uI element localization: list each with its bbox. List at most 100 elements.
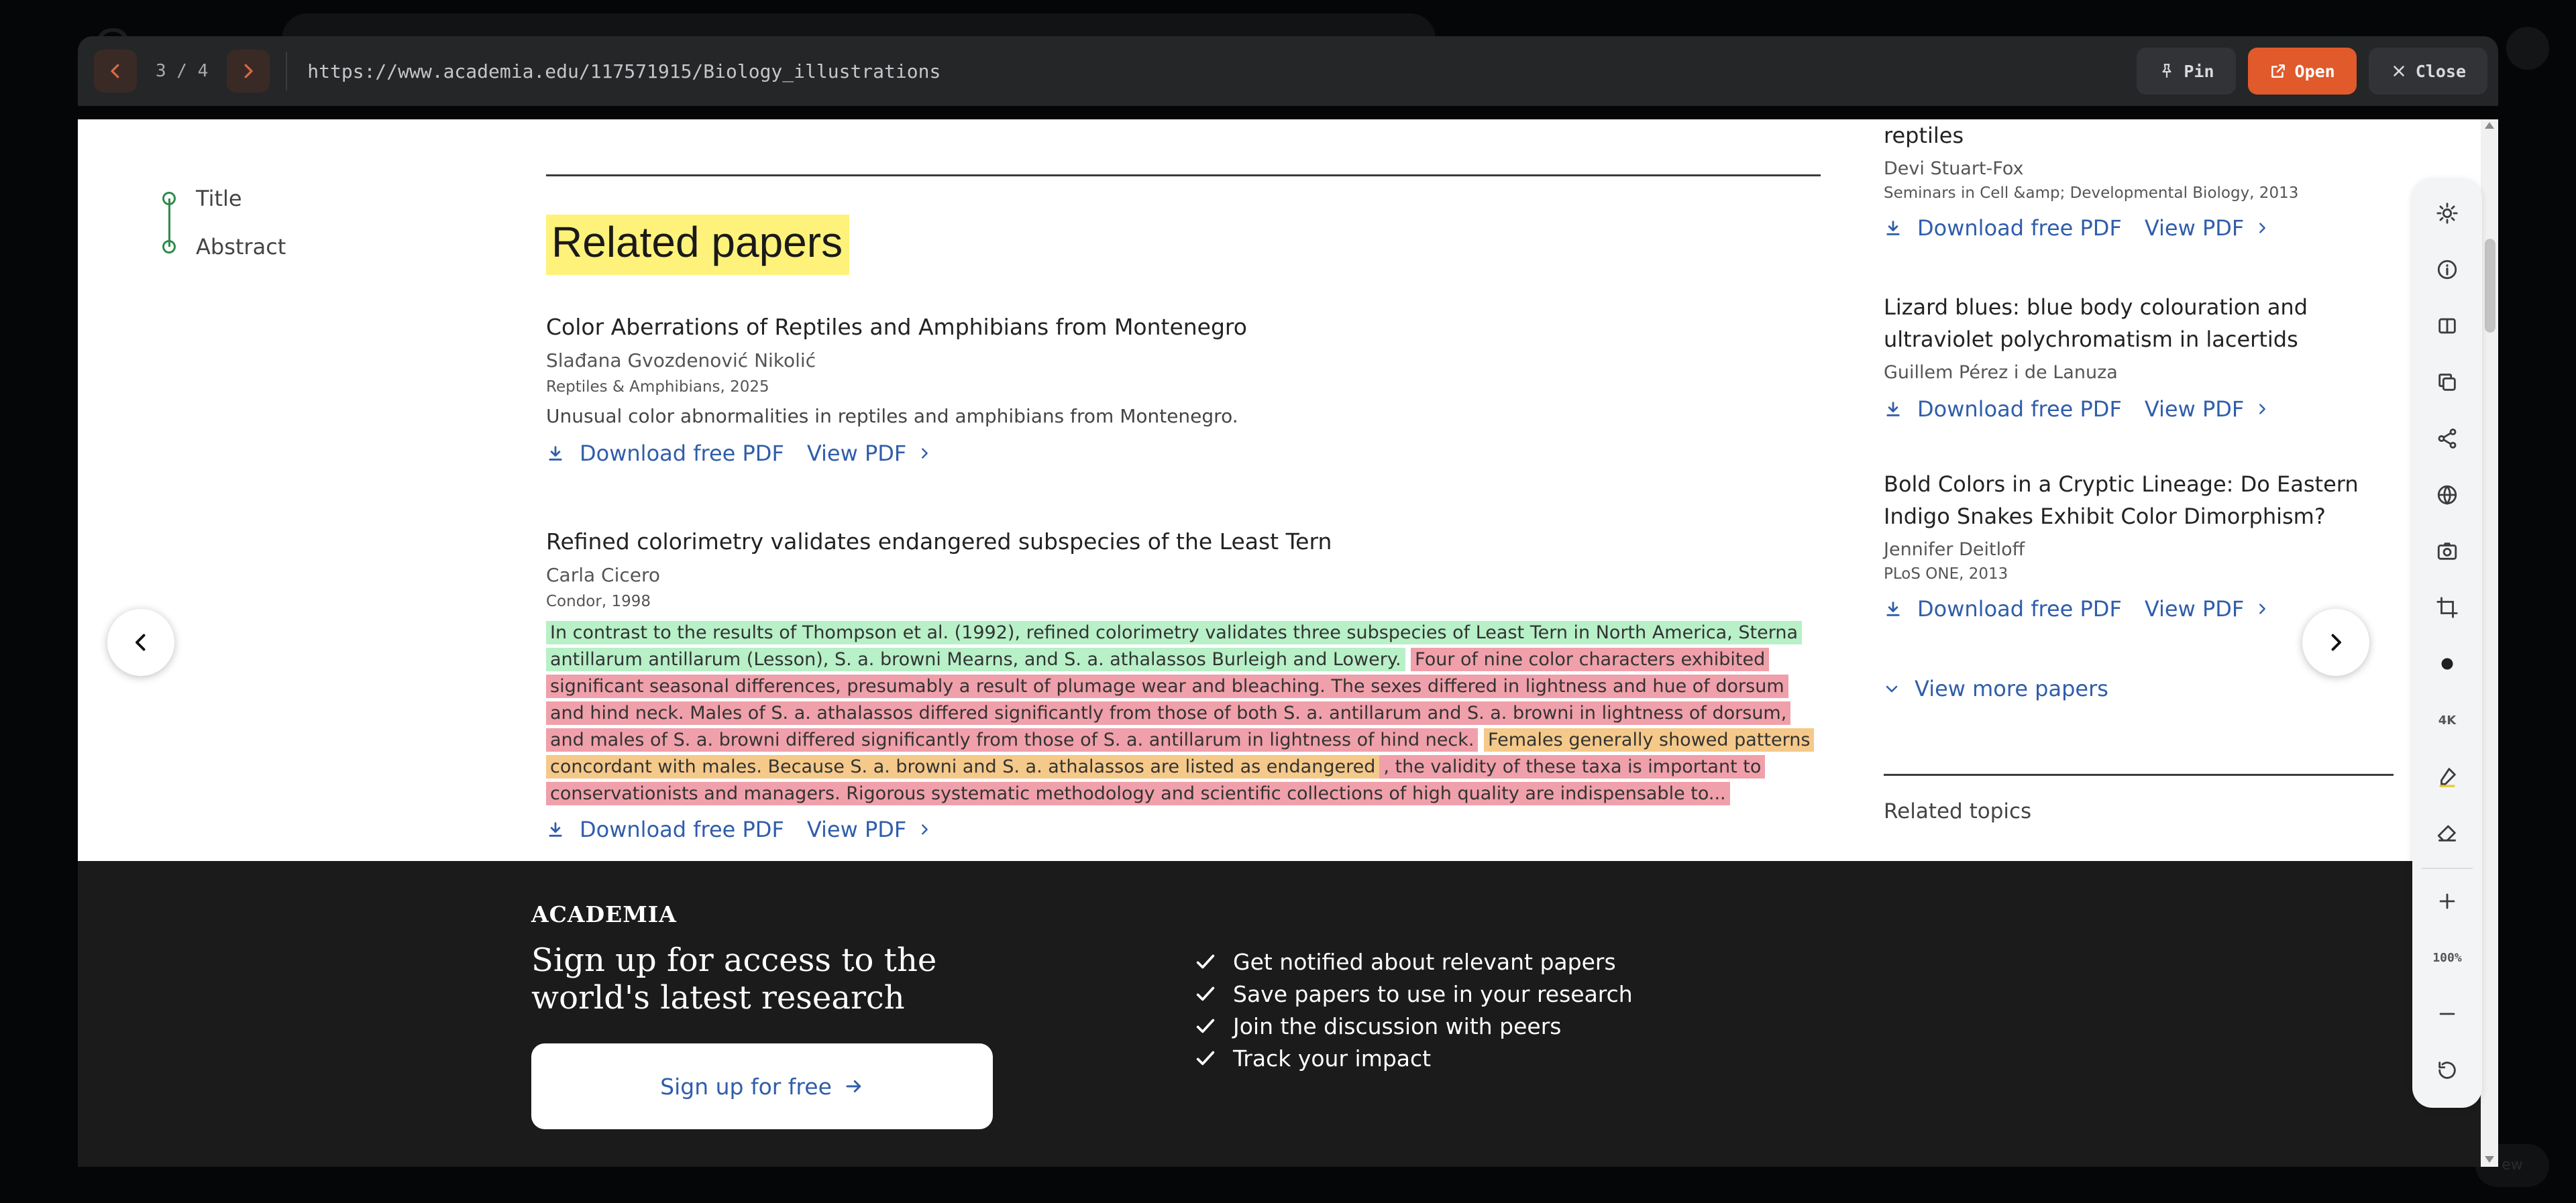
download-pdf-link[interactable]: Download free PDF: [1917, 215, 2122, 241]
copy-button[interactable]: [2422, 357, 2473, 408]
chevron-right-icon: [2259, 223, 2266, 233]
next-button[interactable]: [227, 50, 270, 93]
view-pdf-link[interactable]: View PDF: [807, 817, 906, 842]
paper-links: Download free PDF View PDF: [546, 817, 1821, 842]
crop-icon: [2436, 597, 2458, 618]
download-pdf-link[interactable]: Download free PDF: [1917, 396, 2122, 422]
paper-links: Download free PDF View PDF: [546, 441, 1821, 466]
share-button[interactable]: [2422, 413, 2473, 464]
page-counter: 3 / 4: [156, 61, 209, 81]
download-pdf-link[interactable]: Download free PDF: [580, 441, 784, 466]
paper-title[interactable]: Refined colorimetry validates endangered…: [546, 528, 1821, 555]
pin-icon: [2162, 64, 2171, 78]
related-topics-heading: Related topics: [1884, 799, 2032, 823]
paper-title[interactable]: Lizard blues: blue body colouration and …: [1884, 291, 2394, 355]
theme-button[interactable]: [2422, 188, 2473, 239]
highlighter-button[interactable]: [2422, 751, 2473, 802]
zoom-out-button[interactable]: [2422, 988, 2473, 1039]
paper-author[interactable]: Devi Stuart-Fox: [1884, 158, 2394, 179]
zoom-in-button[interactable]: [2422, 876, 2473, 927]
paper-author[interactable]: Guillem Pérez i de Lanuza: [1884, 362, 2394, 383]
check-icon: [1196, 954, 1215, 969]
download-icon: [549, 822, 562, 837]
benefit-label: Get notified about relevant papers: [1233, 948, 1616, 975]
related-paper: Color Aberrations of Reptiles and Amphib…: [546, 314, 1821, 466]
split-view-button[interactable]: [2422, 300, 2473, 351]
check-icon: [1196, 986, 1215, 1001]
url-display[interactable]: https://www.academia.edu/117571915/Biolo…: [307, 60, 2125, 82]
preview-topbar: 3 / 4 https://www.academia.edu/117571915…: [78, 36, 2498, 106]
view-more-papers-button[interactable]: View more papers: [1884, 676, 2108, 701]
benefit-item: Join the discussion with peers: [1194, 1010, 1633, 1042]
toc-item-label: Title: [196, 186, 242, 211]
right-paper: Bold Colors in a Cryptic Lineage: Do Eas…: [1884, 468, 2394, 622]
quality-4k-button[interactable]: 4K: [2422, 695, 2473, 746]
academia-logo: ACADEMIA: [531, 901, 677, 927]
globe-icon: [2437, 485, 2457, 506]
reset-zoom-button[interactable]: [2422, 1045, 2473, 1096]
benefit-item: Track your impact: [1194, 1042, 1633, 1074]
chevron-right-icon: [2259, 404, 2266, 414]
info-icon: [2437, 260, 2457, 280]
check-icon: [1196, 1051, 1215, 1066]
record-button[interactable]: [2422, 638, 2473, 689]
zoom-label: 100%: [2432, 950, 2462, 965]
paper-author[interactable]: Slađana Gvozdenović Nikolić: [546, 349, 1821, 371]
columns-icon: [2438, 318, 2456, 334]
crop-button[interactable]: [2422, 582, 2473, 633]
toc-item-label: Abstract: [196, 234, 286, 260]
section-divider: [546, 174, 1821, 176]
benefit-item: Save papers to use in your research: [1194, 978, 1633, 1010]
signup-label: Sign up for free: [660, 1073, 832, 1100]
paper-links: Download free PDF View PDF: [1884, 215, 2394, 241]
previous-button[interactable]: [94, 50, 137, 93]
close-button[interactable]: Close: [2368, 48, 2487, 95]
share-icon: [2438, 428, 2457, 449]
paper-author[interactable]: Carla Cicero: [546, 564, 1821, 586]
scroll-up-icon[interactable]: [2485, 122, 2494, 129]
zoom-level: 100%: [2422, 932, 2473, 983]
close-icon: [2393, 66, 2404, 76]
benefit-label: Save papers to use in your research: [1233, 980, 1633, 1007]
paper-title[interactable]: Color Aberrations of Reptiles and Amphib…: [546, 314, 1821, 340]
chevron-right-icon: [2259, 604, 2266, 614]
scroll-down-icon[interactable]: [2485, 1156, 2494, 1163]
chevron-left-icon: [111, 64, 119, 78]
table-of-contents: Title Abstract: [162, 174, 286, 271]
paper-title[interactable]: Bold Colors in a Cryptic Lineage: Do Eas…: [1884, 468, 2394, 532]
toolbar-divider: [2422, 868, 2473, 869]
paper-author[interactable]: Jennifer Deitloff: [1884, 539, 2394, 560]
camera-icon: [2437, 542, 2457, 560]
download-icon: [1886, 402, 1900, 416]
globe-button[interactable]: [2422, 469, 2473, 520]
scrollbar[interactable]: [2481, 119, 2498, 1167]
previous-page-arrow[interactable]: [107, 609, 174, 676]
eraser-button[interactable]: [2422, 807, 2473, 858]
toc-item-title[interactable]: Title: [162, 174, 286, 223]
next-page-arrow[interactable]: [2302, 609, 2369, 676]
view-pdf-link[interactable]: View PDF: [807, 441, 906, 466]
toc-item-abstract[interactable]: Abstract: [162, 223, 286, 271]
download-pdf-link[interactable]: Download free PDF: [1917, 596, 2122, 622]
copy-icon: [2438, 374, 2456, 391]
info-button[interactable]: [2422, 244, 2473, 295]
view-pdf-link[interactable]: View PDF: [2145, 215, 2244, 241]
download-pdf-link[interactable]: Download free PDF: [580, 817, 784, 842]
open-button[interactable]: Open: [2247, 48, 2357, 95]
view-pdf-link[interactable]: View PDF: [2145, 596, 2244, 622]
screenshot-button[interactable]: [2422, 526, 2473, 577]
section-divider: [1884, 774, 2394, 776]
chevron-right-icon: [2331, 634, 2341, 651]
pin-button[interactable]: Pin: [2137, 48, 2236, 95]
tools-sidebar: 4K 100%: [2412, 178, 2482, 1108]
record-icon: [2441, 658, 2453, 670]
reset-icon: [2438, 1062, 2456, 1079]
signup-button[interactable]: Sign up for free: [531, 1043, 993, 1129]
view-pdf-link[interactable]: View PDF: [2145, 396, 2244, 422]
download-icon: [1886, 221, 1900, 235]
paper-title[interactable]: reptiles: [1884, 119, 2394, 152]
minus-icon: [2439, 1013, 2455, 1015]
paper-description: Unusual color abnormalities in reptiles …: [546, 405, 1238, 427]
eraser-icon: [2437, 825, 2456, 842]
scrollbar-thumb[interactable]: [2485, 239, 2496, 333]
